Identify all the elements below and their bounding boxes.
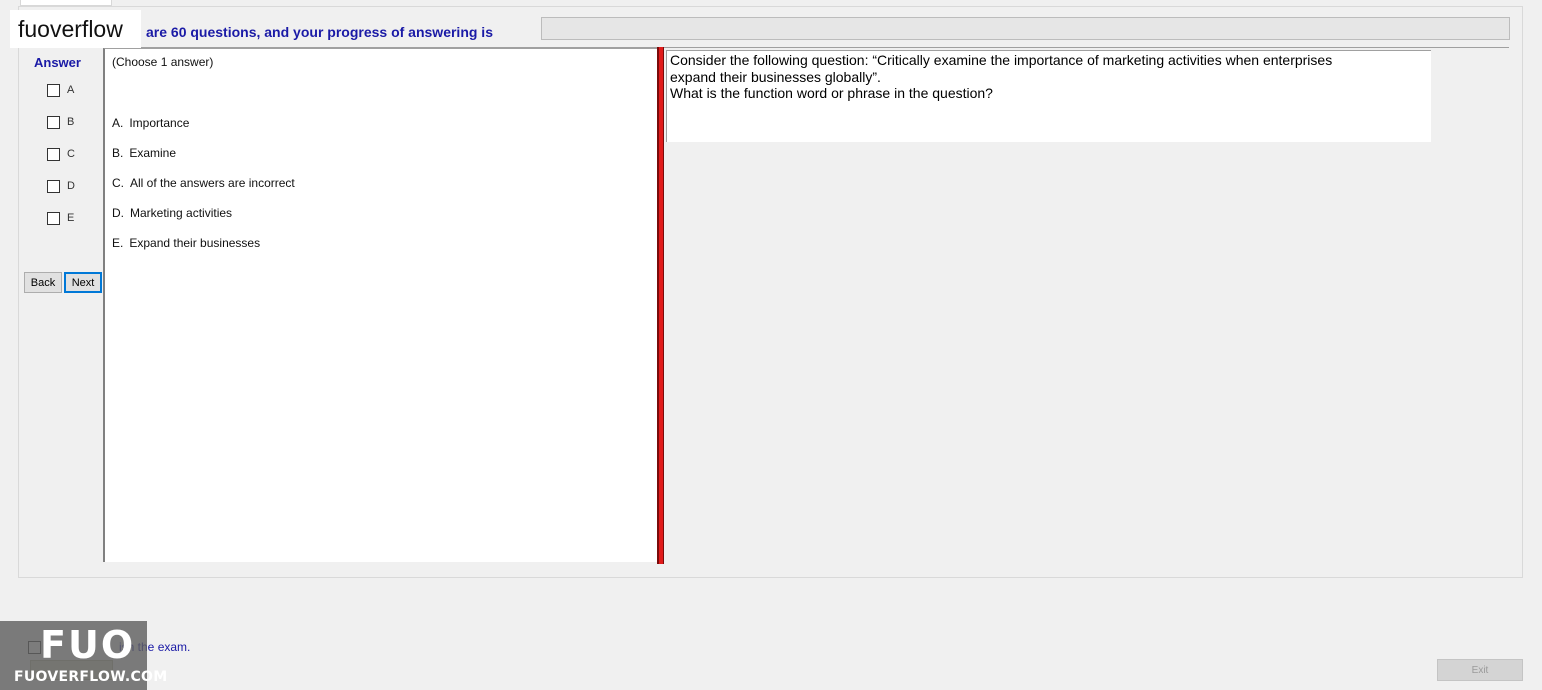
watermark-logo: FUO FUOVERFLOW.COM	[0, 621, 167, 690]
fuoverflow-logo-text: fuoverflow	[10, 10, 141, 48]
answer-option-label: E	[67, 212, 75, 224]
answer-option-c[interactable]: C	[47, 147, 75, 161]
choice-letter: E.	[112, 236, 124, 250]
answer-option-label: A	[67, 84, 75, 96]
checkbox[interactable]	[47, 211, 60, 225]
choice-a: A. Importance	[112, 116, 189, 130]
choice-text: All of the answers are incorrect	[130, 176, 295, 190]
question-line-1: Consider the following question: “Critic…	[670, 52, 1333, 68]
choice-c: C. All of the answers are incorrect	[112, 176, 295, 190]
choose-hint: (Choose 1 answer)	[112, 55, 214, 69]
question-line-3: What is the function word or phrase in t…	[670, 85, 993, 101]
question-box: Consider the following question: “Critic…	[666, 50, 1431, 142]
panel-splitter[interactable]	[657, 47, 664, 564]
progress-label: are 60 questions, and your progress of a…	[146, 24, 493, 40]
checkbox[interactable]	[47, 147, 60, 161]
choice-letter: B.	[112, 146, 124, 160]
watermark-big-text: FUO	[40, 623, 136, 667]
choice-text: Examine	[129, 146, 177, 160]
choices-panel: (Choose 1 answer) A. Importance B. Examine…	[103, 48, 659, 562]
choice-d: D. Marketing activities	[112, 206, 232, 220]
answer-option-label: D	[67, 180, 75, 192]
answer-option-label: C	[67, 148, 75, 160]
question-line-2: expand their businesses globally”.	[670, 68, 881, 85]
choice-e: E. Expand their businesses	[112, 236, 260, 250]
choice-text: Importance	[129, 116, 190, 130]
answer-option-d[interactable]: D	[47, 179, 75, 193]
checkbox[interactable]	[47, 115, 60, 129]
watermark-small-text: FUOVERFLOW.COM	[14, 669, 168, 685]
answer-option-e[interactable]: E	[47, 211, 74, 225]
choice-letter: A.	[112, 116, 124, 130]
choice-letter: D.	[112, 206, 124, 220]
exit-button[interactable]: Exit	[1437, 659, 1523, 681]
progress-bar	[541, 17, 1510, 40]
next-button[interactable]: Next	[64, 272, 102, 293]
answer-option-a[interactable]: A	[47, 83, 74, 97]
back-button[interactable]: Back	[24, 272, 62, 293]
checkbox[interactable]	[47, 83, 60, 97]
answer-option-label: B	[67, 116, 75, 128]
answer-option-b[interactable]: B	[47, 115, 74, 129]
choice-b: B. Examine	[112, 146, 176, 160]
choice-text: Marketing activities	[130, 206, 233, 220]
choice-text: Expand their businesses	[129, 236, 261, 250]
choice-letter: C.	[112, 176, 124, 190]
answer-title: Answer	[34, 55, 81, 70]
checkbox[interactable]	[47, 179, 60, 193]
